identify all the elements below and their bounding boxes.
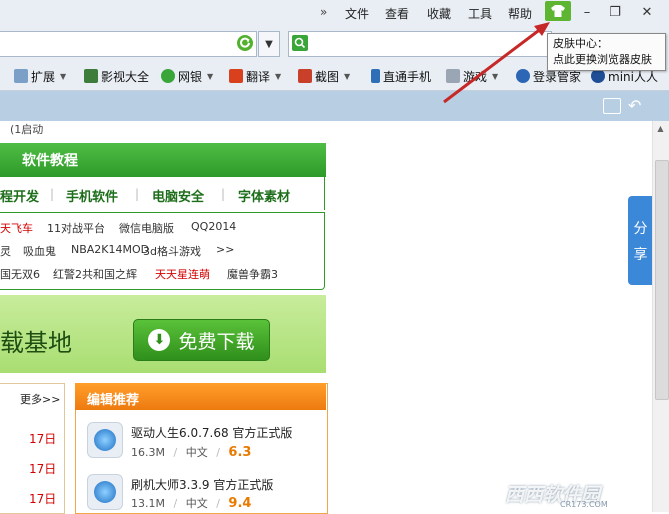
- tab-separator: |: [50, 187, 55, 201]
- share-tab[interactable]: 分 享: [628, 196, 653, 285]
- screenshot-icon: [298, 69, 312, 83]
- bookmark-label: 影视大全: [101, 69, 150, 84]
- bookmark-label: 截图: [315, 69, 340, 84]
- bookmark-screenshot[interactable]: 截图 ▼: [298, 67, 350, 85]
- bookmark-label: 网银: [178, 69, 203, 84]
- tshirt-icon: [551, 5, 565, 17]
- tutorial-link[interactable]: 红警2共和国之辉: [53, 266, 137, 282]
- tooltip-line: 皮肤中心：: [553, 37, 608, 50]
- bookmark-label: 直通手机: [383, 69, 432, 84]
- address-input[interactable]: [0, 31, 257, 57]
- news-date: 17日: [29, 432, 57, 446]
- tooltip-line: 点此更换浏览器皮肤: [553, 53, 652, 66]
- app-size: 13.1M: [131, 497, 165, 510]
- extension-icon: [14, 69, 28, 83]
- translate-icon: [229, 69, 243, 83]
- tutorial-link[interactable]: 11对战平台: [47, 220, 105, 236]
- tab-bar: [0, 91, 669, 121]
- minimize-button[interactable]: –: [574, 2, 600, 22]
- skin-tooltip: 皮肤中心： 点此更换浏览器皮肤: [547, 33, 666, 71]
- bookmark-label: 扩展: [31, 69, 56, 84]
- app-score: 6.3: [228, 445, 252, 460]
- app-language: 中文: [185, 497, 208, 510]
- tutorial-link[interactable]: NBA2K14MOD: [71, 243, 149, 256]
- partial-text: (1启动: [10, 123, 44, 136]
- new-tab-icon[interactable]: [603, 98, 621, 114]
- search-engine-icon[interactable]: [292, 35, 308, 51]
- free-download-button[interactable]: ⬇ 免费下载: [133, 319, 270, 361]
- app-size: 16.3M: [131, 446, 165, 459]
- watermark-url: CR173.COM: [560, 500, 608, 509]
- download-arrow-icon: ⬇: [148, 329, 171, 351]
- bookmark-label: 翻译: [246, 69, 271, 84]
- close-button[interactable]: ✕: [634, 2, 660, 22]
- share-label: 享: [633, 246, 648, 263]
- bookmark-phone[interactable]: 直通手机: [371, 67, 431, 85]
- restore-button[interactable]: ❐: [602, 2, 628, 22]
- app-name-link[interactable]: 刷机大师3.3.9 官方正式版: [131, 476, 273, 493]
- video-icon: [84, 69, 98, 83]
- tutorial-link[interactable]: 吸血鬼: [23, 243, 56, 259]
- skin-center-button[interactable]: [545, 1, 571, 21]
- bookmark-translate[interactable]: 翻译 ▼: [229, 67, 281, 85]
- refresh-glyph-icon: [240, 37, 250, 48]
- news-date: 17日: [29, 492, 57, 506]
- tab-separator: |: [135, 187, 140, 201]
- tutorial-more-link[interactable]: >>: [216, 243, 234, 256]
- tab-separator: |: [221, 187, 226, 201]
- restore-icon: ❐: [609, 4, 621, 20]
- undo-close-tab-icon[interactable]: ↶: [628, 96, 641, 115]
- phone-icon: [371, 69, 380, 83]
- bookmark-bank[interactable]: 网银 ▼: [161, 67, 213, 85]
- tutorial-link[interactable]: 天飞车: [0, 220, 33, 236]
- close-icon: ✕: [641, 4, 653, 20]
- app-name-link[interactable]: 驱动人生6.0.7.68 官方正式版: [131, 424, 292, 441]
- tutorial-link[interactable]: 灵: [0, 243, 11, 259]
- app-score: 9.4: [228, 496, 252, 511]
- more-link[interactable]: 更多>>: [20, 391, 60, 407]
- app-meta: 16.3M / 中文 / 6.3: [131, 445, 252, 460]
- address-dropdown-button[interactable]: ▼: [258, 31, 280, 57]
- tutorial-link[interactable]: 天天星连萌: [155, 266, 210, 282]
- tutorial-link[interactable]: 魔兽争霸3: [227, 266, 278, 282]
- minimize-icon: –: [583, 4, 591, 20]
- annotation-arrow-icon: [443, 22, 550, 104]
- magnifier-icon: [294, 37, 306, 49]
- tutorial-link[interactable]: 3d格斗游戏: [143, 243, 201, 259]
- menu-file[interactable]: 文件: [345, 5, 369, 22]
- scroll-up-icon[interactable]: ▲: [652, 121, 669, 137]
- menu-view[interactable]: 查看: [385, 5, 409, 22]
- banner-text: 载基地: [0, 329, 72, 357]
- app-meta: 13.1M / 中文 / 9.4: [131, 496, 252, 511]
- bookmark-extension[interactable]: 扩展 ▼: [14, 67, 66, 85]
- tab-pc-security[interactable]: 电脑安全: [152, 186, 204, 205]
- menu-overflow-chevron[interactable]: »: [320, 5, 327, 19]
- download-label: 免费下载: [178, 330, 255, 353]
- bank-icon: [161, 69, 175, 83]
- tab-program-dev[interactable]: 程开发: [0, 186, 39, 205]
- tab-mobile-software[interactable]: 手机软件: [66, 186, 118, 205]
- renren-icon: [591, 69, 605, 83]
- tutorial-link[interactable]: 国无双6: [0, 266, 40, 282]
- bookmark-video[interactable]: 影视大全: [84, 67, 149, 85]
- news-date: 17日: [29, 462, 57, 476]
- tutorial-title: 软件教程: [22, 153, 78, 169]
- app-icon[interactable]: [87, 474, 123, 510]
- scrollbar-thumb[interactable]: [655, 160, 669, 400]
- tutorial-link[interactable]: 微信电脑版: [119, 220, 174, 236]
- app-icon[interactable]: [87, 422, 123, 458]
- share-label: 分: [633, 220, 648, 237]
- tutorial-link[interactable]: QQ2014: [191, 220, 236, 233]
- editor-picks-title: 编辑推荐: [87, 393, 140, 408]
- app-language: 中文: [185, 446, 208, 459]
- tab-fonts[interactable]: 字体素材: [238, 186, 290, 205]
- refresh-icon[interactable]: [237, 35, 253, 51]
